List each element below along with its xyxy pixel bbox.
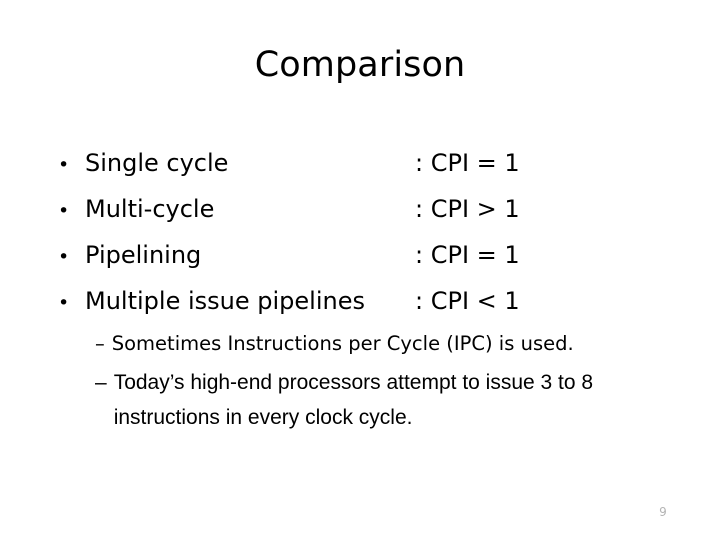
list-item: • Pipelining : CPI = 1 — [58, 232, 658, 278]
bullet-value: : CPI = 1 — [415, 149, 520, 177]
bullet-value: : CPI = 1 — [415, 241, 520, 269]
comparison-bullet-list: • Single cycle : CPI = 1 • Multi-cycle :… — [58, 140, 658, 324]
page-title: Comparison — [254, 45, 466, 85]
bullet-marker-icon: • — [58, 154, 70, 176]
dash-marker-icon: – — [95, 371, 107, 394]
bullet-marker-icon: • — [58, 246, 70, 268]
sub-list-item: – Today’s high-end processors attempt to… — [95, 365, 705, 435]
bullet-label: Single cycle — [85, 149, 229, 177]
bullet-label: Multiple issue pipelines — [85, 287, 365, 315]
list-item: • Multi-cycle : CPI > 1 — [58, 186, 658, 232]
bullet-marker-icon: • — [58, 292, 70, 314]
slide-canvas: Comparison • Single cycle : CPI = 1 • Mu… — [0, 0, 720, 540]
bullet-value: : CPI > 1 — [415, 195, 520, 223]
bullet-marker-icon: • — [58, 200, 70, 222]
list-item: • Single cycle : CPI = 1 — [58, 140, 658, 186]
page-number: 9 — [659, 505, 667, 519]
sub-bullet-text: Today’s high-end processors attempt to i… — [113, 371, 594, 429]
sub-bullet-text: Sometimes Instructions per Cycle (IPC) i… — [111, 332, 574, 355]
dash-marker-icon: – — [95, 332, 105, 355]
list-item: • Multiple issue pipelines : CPI < 1 — [58, 278, 658, 324]
sub-bullet-list: – Sometimes Instructions per Cycle (IPC)… — [95, 327, 705, 435]
bullet-value: : CPI < 1 — [415, 287, 520, 315]
sub-list-item: – Sometimes Instructions per Cycle (IPC)… — [95, 327, 705, 360]
bullet-label: Pipelining — [85, 241, 202, 269]
bullet-label: Multi-cycle — [85, 195, 215, 223]
